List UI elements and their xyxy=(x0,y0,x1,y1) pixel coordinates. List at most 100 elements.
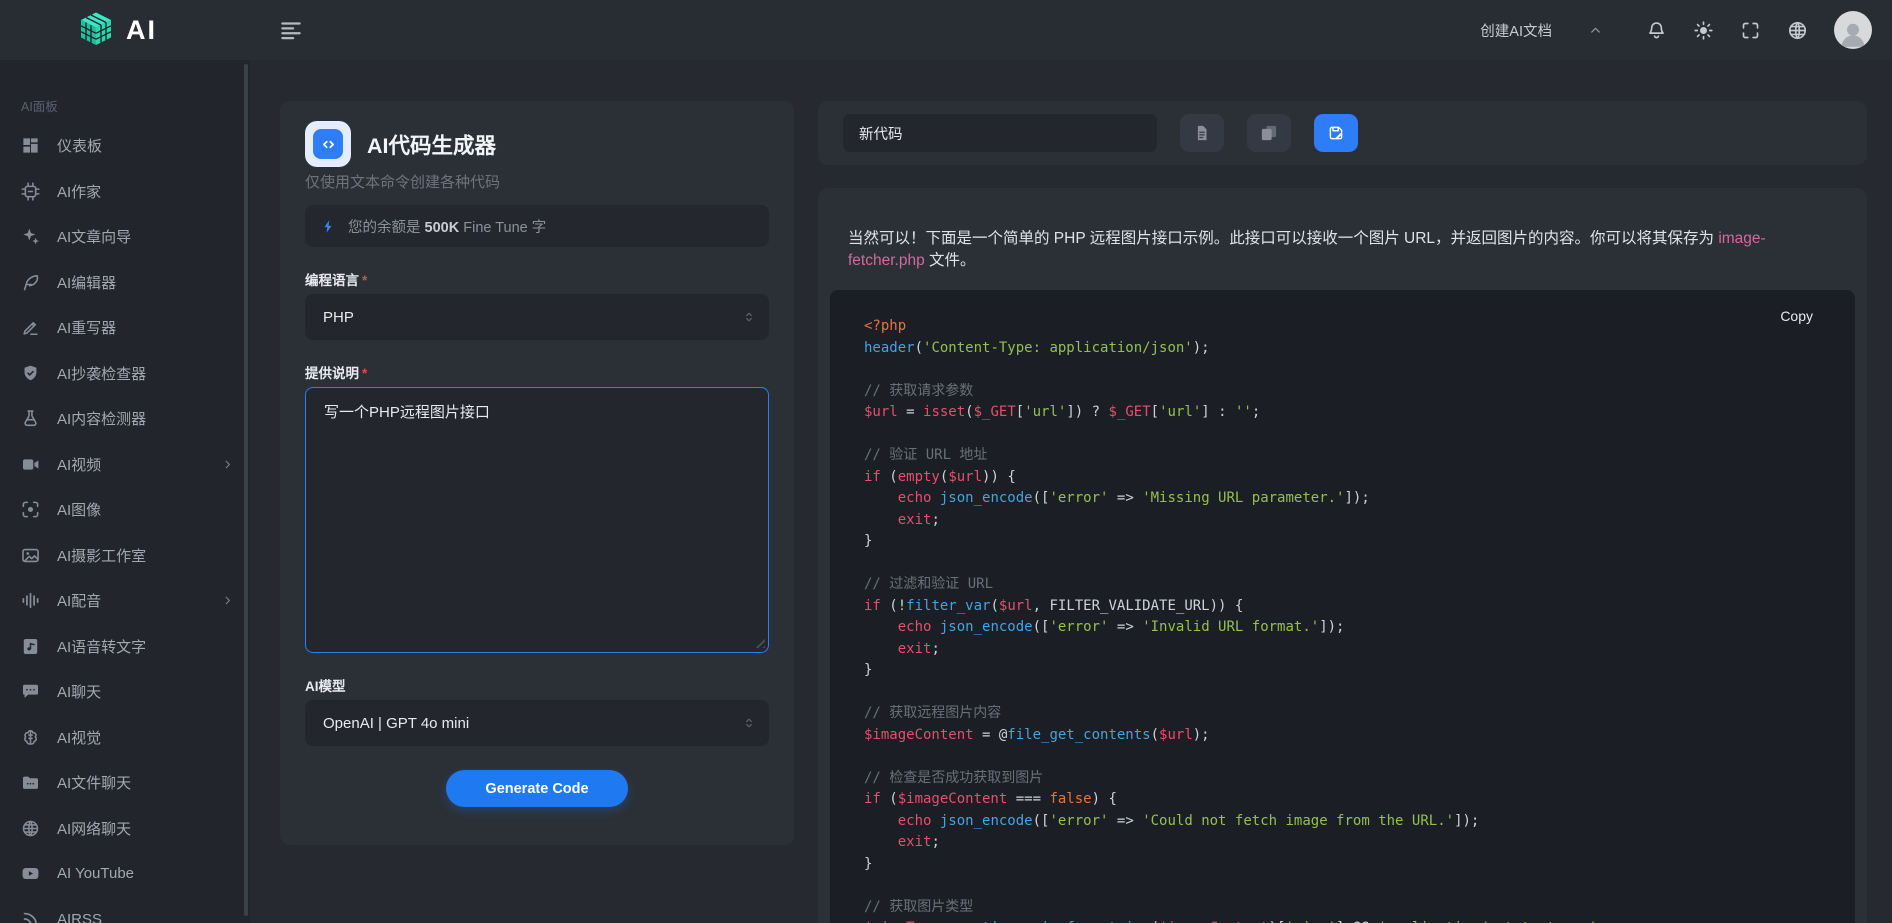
fullscreen-button[interactable] xyxy=(1740,19,1762,41)
sidebar-item-feather[interactable]: AI编辑器 xyxy=(0,260,250,306)
code-line xyxy=(864,746,1825,768)
required-marker: * xyxy=(362,366,367,381)
fullscreen-icon xyxy=(1740,20,1761,41)
balance-amount: 500K xyxy=(425,220,460,236)
code-line: // 获取请求参数 xyxy=(864,381,1825,403)
code-line xyxy=(864,359,1825,381)
user-avatar[interactable] xyxy=(1834,11,1872,49)
sidebar-item-label: AI YouTube xyxy=(57,865,134,882)
sidebar-item-flask[interactable]: AI内容检测器 xyxy=(0,396,250,442)
sidebar-item-label: AI摄影工作室 xyxy=(57,545,146,566)
sidebar-item-label: AI网络聊天 xyxy=(57,818,131,839)
sidebar-item-folder[interactable]: AI文件聊天 xyxy=(0,760,250,806)
copy-code-button[interactable]: Copy xyxy=(1780,308,1813,324)
sidebar-item-label: AI文件聊天 xyxy=(57,772,131,793)
video-icon xyxy=(21,455,40,474)
sidebar-item-label: AI视频 xyxy=(57,454,101,475)
app-logo[interactable]: AI xyxy=(76,10,157,50)
generate-code-button[interactable]: Generate Code xyxy=(446,770,628,807)
sidebar-item-chat[interactable]: AI聊天 xyxy=(0,669,250,715)
code-line: if ($imageContent === false) { xyxy=(864,789,1825,811)
code-line: } xyxy=(864,531,1825,553)
brain-icon xyxy=(21,728,40,747)
model-select[interactable]: OpenAI | GPT 4o mini xyxy=(305,700,769,746)
create-doc-dropdown[interactable]: 创建AI文档 xyxy=(1480,20,1603,41)
sidebar-item-label: AI聊天 xyxy=(57,681,101,702)
sidebar-item-chip[interactable]: AI作家 xyxy=(0,169,250,215)
code-line xyxy=(864,553,1825,575)
sidebar-item-label: AI视觉 xyxy=(57,727,101,748)
chev-right-icon xyxy=(221,458,234,471)
code-line: } xyxy=(864,854,1825,876)
code-line xyxy=(864,424,1825,446)
save-document-button[interactable] xyxy=(1314,114,1358,152)
document-title-input[interactable] xyxy=(843,114,1157,152)
code-generator-icon xyxy=(305,121,351,167)
sidebar-section-label: AI面板 xyxy=(21,96,250,115)
rss-icon xyxy=(21,910,40,923)
sidebar-item-label: AI重写器 xyxy=(57,317,116,338)
language-value: PHP xyxy=(323,309,354,326)
chevron-up-icon xyxy=(1588,23,1603,38)
hamburger-icon xyxy=(278,17,304,43)
sidebar-item-photo[interactable]: AI摄影工作室 xyxy=(0,533,250,579)
new-document-button[interactable] xyxy=(1180,114,1224,152)
model-value: OpenAI | GPT 4o mini xyxy=(323,715,469,732)
sidebar-item-video[interactable]: AI视频 xyxy=(0,442,250,488)
language-label: 编程语言* xyxy=(305,269,769,286)
sidebar-scrollbar[interactable] xyxy=(244,64,248,916)
bell-icon xyxy=(1646,20,1667,41)
sidebar-item-label: AI文章向导 xyxy=(57,226,131,247)
sidebar-item-brain[interactable]: AI视觉 xyxy=(0,715,250,761)
page-title: AI代码生成器 xyxy=(367,129,496,160)
code-line: // 检查是否成功获取到图片 xyxy=(864,768,1825,790)
sidebar-item-label: AI语音转文字 xyxy=(57,636,146,657)
folder-icon xyxy=(21,773,40,792)
notifications-button[interactable] xyxy=(1646,19,1668,41)
instructions-textarea[interactable]: 写一个PHP远程图片接口 xyxy=(305,387,769,653)
sidebar-toggle-button[interactable] xyxy=(278,17,304,43)
sidebar-item-camera[interactable]: AI图像 xyxy=(0,487,250,533)
photo-icon xyxy=(21,546,40,565)
code-line: header('Content-Type: application/json')… xyxy=(864,338,1825,360)
code-line: if (!filter_var($url, FILTER_VALIDATE_UR… xyxy=(864,596,1825,618)
camera-icon xyxy=(21,500,40,519)
generator-card: AI代码生成器 仅使用文本命令创建各种代码 您的余额是 500K Fine Tu… xyxy=(280,101,794,845)
sidebar-item-rss[interactable]: AIRSS xyxy=(0,897,250,923)
generated-code: <?phpheader('Content-Type: application/j… xyxy=(864,316,1825,923)
code-line: exit; xyxy=(864,639,1825,661)
resize-grip[interactable] xyxy=(754,637,765,648)
sidebar-item-pencil[interactable]: AI重写器 xyxy=(0,305,250,351)
shield-icon xyxy=(21,364,40,383)
pencil-icon xyxy=(21,318,40,337)
sidebar-item-music[interactable]: AI语音转文字 xyxy=(0,624,250,670)
sidebar-item-shield[interactable]: AI抄袭检查器 xyxy=(0,351,250,397)
result-header-card xyxy=(818,101,1867,165)
duplicate-button[interactable] xyxy=(1247,114,1291,152)
code-line: if (empty($url)) { xyxy=(864,467,1825,489)
code-line: exit; xyxy=(864,832,1825,854)
code-line: // 验证 URL 地址 xyxy=(864,445,1825,467)
language-button[interactable] xyxy=(1787,19,1809,41)
balance-banner: 您的余额是 500K Fine Tune 字 xyxy=(305,205,769,247)
globe-icon xyxy=(21,819,40,838)
sidebar-item-youtube[interactable]: AI YouTube xyxy=(0,851,250,897)
code-line: $imageContent = @file_get_contents($url)… xyxy=(864,725,1825,747)
sidebar-item-sparkles[interactable]: AI文章向导 xyxy=(0,214,250,260)
theme-toggle-button[interactable] xyxy=(1693,19,1715,41)
generator-header: AI代码生成器 xyxy=(305,121,769,167)
navbar: AI 创建AI文档 xyxy=(0,0,1892,60)
logo-cube-icon xyxy=(76,10,116,50)
code-line: // 获取远程图片内容 xyxy=(864,703,1825,725)
sidebar-item-label: AI抄袭检查器 xyxy=(57,363,146,384)
response-intro-text: 当然可以！下面是一个简单的 PHP 远程图片接口示例。此接口可以接收一个图片 U… xyxy=(848,228,1837,272)
code-line xyxy=(864,875,1825,897)
sidebar-item-dashboard[interactable]: 仪表板 xyxy=(0,123,250,169)
sidebar-item-globe[interactable]: AI网络聊天 xyxy=(0,806,250,852)
sidebar-item-label: AI编辑器 xyxy=(57,272,116,293)
language-select[interactable]: PHP xyxy=(305,294,769,340)
youtube-icon xyxy=(21,864,40,883)
sidebar: AI面板 仪表板AI作家 AI文章向导 AI编辑器 AI重写器 AI抄袭检查器 AI内容检… xyxy=(0,60,250,923)
dashboard-icon xyxy=(21,136,40,155)
sidebar-item-waveform[interactable]: AI配音 xyxy=(0,578,250,624)
